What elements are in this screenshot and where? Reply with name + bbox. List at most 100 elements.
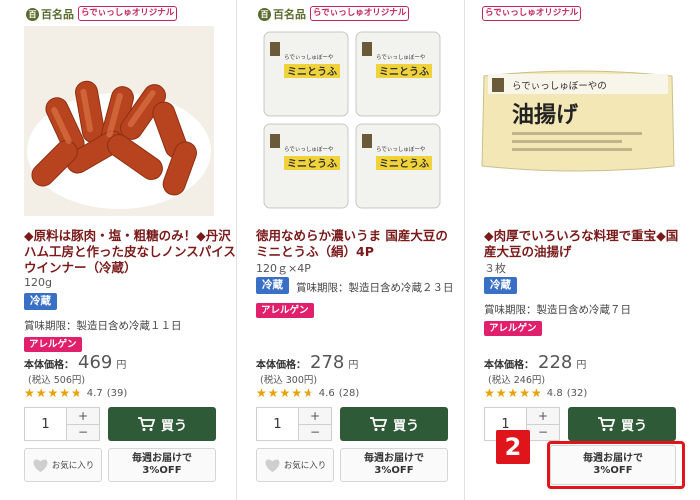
buy-label: 買う	[392, 418, 419, 434]
price-row: 本体価格： 469 円	[24, 352, 126, 373]
star-rating-icon: ★★★★★ ★★★★★	[256, 386, 315, 400]
quantity-plus-button[interactable]: +	[527, 408, 559, 424]
buy-button[interactable]: 買う	[108, 407, 216, 441]
quantity-plus-button[interactable]: +	[67, 408, 99, 424]
quantity-stepper: 1 + −	[256, 407, 332, 441]
package-label: ミニとうふ	[379, 66, 429, 78]
quantity-stepper: 1 + −	[24, 407, 100, 441]
allergen-tag[interactable]: アレルゲン	[24, 337, 82, 352]
hyakumeihin-badge: 百百名品	[26, 6, 74, 22]
tax-included-price: (税込 506円)	[28, 375, 86, 386]
package-label: 油揚げ	[512, 102, 579, 128]
star-rating-icon: ★★★★★ ★★★★★	[24, 386, 83, 400]
tax-included-price: (税込 246円)	[488, 375, 546, 386]
product-quantity: 120g	[24, 276, 52, 289]
price-currency: 円	[348, 360, 359, 371]
subscription-line1: 毎週お届けで	[364, 453, 424, 464]
cart-icon	[597, 416, 615, 431]
original-badge: らでぃっしゅオリジナル	[78, 6, 178, 21]
expiry-text: 賞味期限：製造日含め冷蔵２３日	[296, 282, 454, 294]
product-image[interactable]	[24, 26, 214, 216]
leaf-icon: 百	[26, 7, 39, 21]
price-label: 本体価格：	[484, 360, 534, 371]
step-number-badge: 2	[496, 430, 530, 464]
quantity-minus-button[interactable]: −	[527, 423, 559, 440]
price-value: 278	[310, 352, 345, 373]
rating-value: 4.8	[546, 387, 563, 399]
highlight-frame	[547, 441, 685, 489]
quantity-plus-button[interactable]: +	[299, 408, 331, 424]
buy-label: 買う	[620, 418, 647, 434]
buy-label: 買う	[160, 418, 187, 434]
review-count: (39)	[106, 387, 128, 399]
product-image[interactable]: らでぃっしゅぼーやの 油揚げ	[478, 26, 678, 216]
favorite-button[interactable]: お気に入り	[256, 448, 334, 482]
package-brand: らでぃっしゅぼーや	[284, 53, 333, 61]
price-row: 本体価格： 278 円	[256, 352, 358, 373]
star-rating-icon: ★★★★★ ★★★★★	[484, 386, 543, 400]
product-title[interactable]: 徳用なめらか濃いうま 国産大豆のミニとうふ（絹）4P	[256, 228, 456, 260]
product-image[interactable]: らでぃっしゅぼーや らでぃっしゅぼーや らでぃっしゅぼーや らでぃっしゅぼーや …	[256, 26, 446, 216]
heart-icon	[33, 458, 48, 472]
package-brand: らでぃっしゅぼーや	[284, 145, 333, 153]
product-card-tofu: 百百名品 らでぃっしゅオリジナル らでぃっしゅぼーや らでぃっしゅぼーや らでぃ…	[250, 0, 455, 500]
price-label: 本体価格：	[24, 360, 74, 371]
buy-button[interactable]: 買う	[340, 407, 448, 441]
product-title[interactable]: ◆肉厚でいろいろな料理で重宝◆国産大豆の油揚げ	[484, 228, 684, 260]
product-card-aburaage: らでぃっしゅオリジナル らでぃっしゅぼーやの 油揚げ ◆肉厚でいろいろな料理で重…	[478, 0, 683, 500]
subscription-line2: 3%OFF	[374, 465, 414, 476]
favorite-label: お気に入り	[51, 461, 95, 471]
price-label: 本体価格：	[256, 360, 306, 371]
product-quantity: 120ｇ×4P	[256, 262, 311, 275]
storage-tag: 冷蔵	[484, 277, 517, 294]
quantity-input[interactable]: 1	[25, 408, 67, 440]
buy-button[interactable]: 買う	[568, 407, 676, 441]
storage-tag: 冷蔵	[256, 277, 289, 294]
price-value: 469	[78, 352, 113, 373]
subscription-line2: 3%OFF	[142, 465, 182, 476]
review-count: (32)	[566, 387, 588, 399]
original-badge: らでぃっしゅオリジナル	[310, 6, 410, 21]
rating[interactable]: ★★★★★ ★★★★★ 4.8 (32)	[484, 386, 587, 400]
quantity-minus-button[interactable]: −	[299, 423, 331, 440]
price-currency: 円	[576, 360, 587, 371]
package-label: ミニとうふ	[287, 158, 337, 170]
rating[interactable]: ★★★★★ ★★★★★ 4.7 (39)	[24, 386, 127, 400]
heart-icon	[265, 458, 280, 472]
weekly-subscription-button[interactable]: 毎週お届けで 3%OFF	[108, 448, 216, 482]
subscription-line1: 毎週お届けで	[132, 453, 192, 464]
tax-included-price: (税込 300円)	[260, 375, 318, 386]
hyakumeihin-badge: 百百名品	[258, 6, 306, 22]
price-currency: 円	[116, 360, 127, 371]
price-row: 本体価格： 228 円	[484, 352, 586, 373]
product-quantity: ３枚	[484, 262, 506, 275]
package-brand: らでぃっしゅぼーや	[376, 145, 425, 153]
rating[interactable]: ★★★★★ ★★★★★ 4.6 (28)	[256, 386, 359, 400]
rating-value: 4.6	[318, 387, 335, 399]
allergen-tag[interactable]: アレルゲン	[256, 303, 314, 318]
product-title[interactable]: ◆原料は豚肉・塩・粗糖のみ！◆丹沢ハム工房と作った皮なしノンスパイスウインナー（…	[24, 228, 239, 276]
rating-value: 4.7	[86, 387, 103, 399]
package-brand: らでぃっしゅぼーやの	[512, 81, 607, 92]
original-badge: らでぃっしゅオリジナル	[482, 6, 582, 21]
cart-icon	[369, 416, 387, 431]
expiry-text: 賞味期限：製造日含め冷蔵７日	[484, 304, 631, 316]
badge-row: らでぃっしゅオリジナル	[482, 6, 582, 22]
package-label: ミニとうふ	[287, 66, 337, 78]
quantity-minus-button[interactable]: −	[67, 423, 99, 440]
expiry-text: 賞味期限：製造日含め冷蔵１１日	[24, 320, 182, 332]
cart-icon	[137, 416, 155, 431]
package-label: ミニとうふ	[379, 158, 429, 170]
badge-row: 百百名品 らでぃっしゅオリジナル	[26, 6, 178, 22]
allergen-tag[interactable]: アレルゲン	[484, 321, 542, 336]
package-brand: らでぃっしゅぼーや	[376, 53, 425, 61]
weekly-subscription-button[interactable]: 毎週お届けで 3%OFF	[340, 448, 448, 482]
storage-tag: 冷蔵	[24, 293, 57, 310]
favorite-button[interactable]: お気に入り	[24, 448, 102, 482]
product-card-sausage: 百百名品 らでぃっしゅオリジナル ◆原料は豚肉・塩・粗糖のみ！◆丹沢ハム工房と作…	[18, 0, 236, 500]
favorite-label: お気に入り	[283, 461, 327, 471]
price-value: 228	[538, 352, 573, 373]
badge-row: 百百名品 らでぃっしゅオリジナル	[258, 6, 410, 22]
quantity-input[interactable]: 1	[257, 408, 299, 440]
column-divider	[464, 0, 465, 500]
